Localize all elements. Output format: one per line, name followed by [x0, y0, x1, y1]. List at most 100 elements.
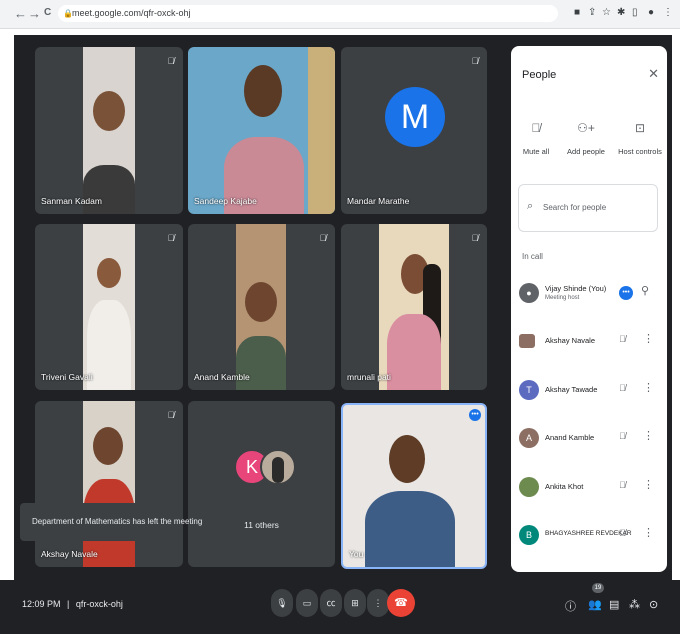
pin-icon[interactable]: ⚲ — [641, 284, 649, 297]
participant-name: Sanman Kadam — [41, 196, 102, 206]
mic-off-icon: 🎙̸ — [619, 334, 626, 344]
browser-toolbar: ← → C 🔒 meet.google.com/qfr-oxck-ohj ■ ⇪… — [0, 0, 680, 29]
clock-time: 12:09 PM — [22, 599, 61, 609]
more-options-icon[interactable]: ••• — [469, 409, 481, 421]
more-vert-icon[interactable]: ⋮ — [643, 478, 654, 491]
participant-row-name: Ankita Khot — [545, 482, 584, 491]
participant-tile[interactable]: 🎙̸ Triveni Gavali — [35, 224, 183, 390]
more-options-icon[interactable]: ••• — [619, 286, 633, 300]
participant-video — [236, 224, 286, 390]
avatar: ● — [519, 283, 539, 303]
mic-off-icon: 🎙̸ — [619, 528, 626, 538]
share-icon[interactable]: ⇪ — [588, 7, 596, 18]
more-vert-icon[interactable]: ⋮ — [643, 381, 654, 394]
notification-toast: Department of Mathematics has left the m… — [20, 503, 202, 541]
action-label: Add people — [567, 147, 605, 156]
reload-button[interactable]: C — [44, 7, 51, 18]
bottom-control-bar: 12:09 PM | qfr-oxck-ohj 🎙 ▭ ㏄ ⊞ ⋮ ☎ ⓘ 👥 … — [0, 580, 680, 634]
participant-tile[interactable]: 🎙̸ Anand Kamble — [188, 224, 335, 390]
participant-tile[interactable]: M 🎙̸ Mandar Marathe — [341, 47, 487, 214]
avatar — [519, 334, 535, 348]
self-video-tile[interactable]: ••• You — [341, 403, 487, 569]
participant-video — [188, 47, 335, 214]
separator: | — [67, 599, 70, 609]
panel-title: People — [522, 69, 557, 81]
more-vert-icon[interactable]: ⋮ — [643, 526, 654, 539]
mic-button[interactable]: 🎙 — [271, 589, 293, 617]
extension-icon[interactable]: ✱ — [617, 7, 625, 18]
address-bar[interactable]: 🔒 meet.google.com/qfr-oxck-ohj — [58, 5, 558, 22]
star-icon[interactable]: ☆ — [602, 7, 611, 18]
participant-row[interactable]: A Anand Kamble 🎙̸ ⋮ — [511, 423, 667, 455]
participant-video — [83, 47, 135, 214]
participant-name: Sandeep Kajabe — [194, 196, 257, 206]
url-text: meet.google.com/qfr-oxck-ohj — [72, 8, 191, 18]
mic-off-icon: 🎙̸ — [167, 410, 175, 420]
more-vert-icon[interactable]: ⋮ — [643, 429, 654, 442]
forward-button[interactable]: → — [28, 6, 41, 21]
participant-name: Mandar Marathe — [347, 196, 410, 206]
participant-name: Anand Kamble — [194, 372, 250, 382]
tab-icon[interactable]: ▯ — [632, 7, 638, 18]
action-label: Host controls — [618, 147, 662, 156]
participant-video — [83, 224, 135, 390]
add-people-button[interactable]: ⚇+ Add people — [556, 121, 616, 156]
others-tile[interactable]: K 11 others — [188, 401, 335, 567]
mic-off-icon: 🎙̸ — [531, 121, 541, 135]
meeting-info: 12:09 PM | qfr-oxck-ohj — [22, 599, 123, 609]
participant-tile[interactable]: 🎙̸ Sanman Kadam — [35, 47, 183, 214]
camera-icon[interactable]: ■ — [574, 7, 580, 18]
people-icon[interactable]: 👥 — [588, 598, 602, 611]
mic-off-icon: 🎙̸ — [471, 56, 479, 66]
participant-row[interactable]: B BHAGYASHREE REVDEKAR 🎙̸ ⋮ — [511, 520, 667, 552]
search-icon: ⌕ — [527, 200, 534, 212]
action-label: Mute all — [522, 147, 550, 156]
section-heading: In call — [522, 252, 543, 261]
more-options-button[interactable]: ⋮ — [367, 589, 389, 617]
camera-button[interactable]: ▭ — [296, 589, 318, 617]
search-placeholder: Search for people — [543, 203, 607, 212]
close-icon[interactable]: ✕ — [648, 66, 659, 82]
participant-name: mrunali pati — [347, 372, 391, 382]
info-icon[interactable]: ⓘ — [565, 598, 576, 614]
activities-icon[interactable]: ⁂ — [629, 598, 640, 611]
search-input[interactable]: ⌕ Search for people — [518, 184, 658, 232]
participant-row-name: Anand Kamble — [545, 433, 595, 442]
mute-all-button[interactable]: 🎙̸ Mute all — [511, 121, 561, 156]
participant-tile[interactable]: 🎙̸ mrunali pati — [341, 224, 487, 390]
avatar: T — [519, 380, 539, 400]
avatar — [519, 477, 539, 497]
add-person-icon: ⚇+ — [577, 121, 595, 135]
captions-button[interactable]: ㏄ — [320, 589, 342, 617]
avatar: B — [519, 525, 539, 545]
profile-icon[interactable]: ● — [648, 7, 654, 18]
mic-off-icon: 🎙̸ — [167, 233, 175, 243]
participant-row[interactable]: ● Vijay Shinde (You) Meeting host ••• ⚲ — [511, 278, 667, 310]
more-vert-icon[interactable]: ⋮ — [643, 332, 654, 345]
participant-video — [379, 224, 449, 390]
participant-video — [343, 405, 485, 567]
participant-row-name: Vijay Shinde (You) — [545, 284, 607, 293]
participant-tile[interactable]: Sandeep Kajabe — [188, 47, 335, 214]
people-panel: People ✕ 🎙̸ Mute all ⚇+ Add people ⊡ Hos… — [511, 46, 667, 572]
participant-row[interactable]: Akshay Navale 🎙̸ ⋮ — [511, 326, 667, 358]
participant-row-name: Akshay Navale — [545, 336, 596, 345]
end-call-button[interactable]: ☎ — [387, 589, 415, 617]
present-button[interactable]: ⊞ — [344, 589, 366, 617]
participant-row[interactable]: Ankita Khot 🎙̸ ⋮ — [511, 472, 667, 504]
participant-avatar: M — [385, 87, 445, 147]
menu-icon[interactable]: ⋮ — [663, 7, 673, 18]
people-count-badge: 19 — [592, 583, 604, 593]
back-button[interactable]: ← — [14, 6, 27, 21]
participant-name: Triveni Gavali — [41, 372, 93, 382]
participant-avatar — [260, 449, 296, 485]
mic-off-icon: 🎙̸ — [471, 233, 479, 243]
participant-video — [83, 401, 135, 567]
chat-icon[interactable]: ▤ — [609, 598, 619, 611]
mic-off-icon: 🎙̸ — [167, 56, 175, 66]
participant-tile[interactable]: 🎙̸ Akshay Navale — [35, 401, 183, 567]
host-controls-button[interactable]: ⊡ Host controls — [613, 121, 667, 156]
participant-row[interactable]: T Akshay Tawade 🎙̸ ⋮ — [511, 375, 667, 407]
host-controls-icon[interactable]: ⊙ — [649, 598, 658, 611]
participant-name: You — [349, 549, 364, 559]
